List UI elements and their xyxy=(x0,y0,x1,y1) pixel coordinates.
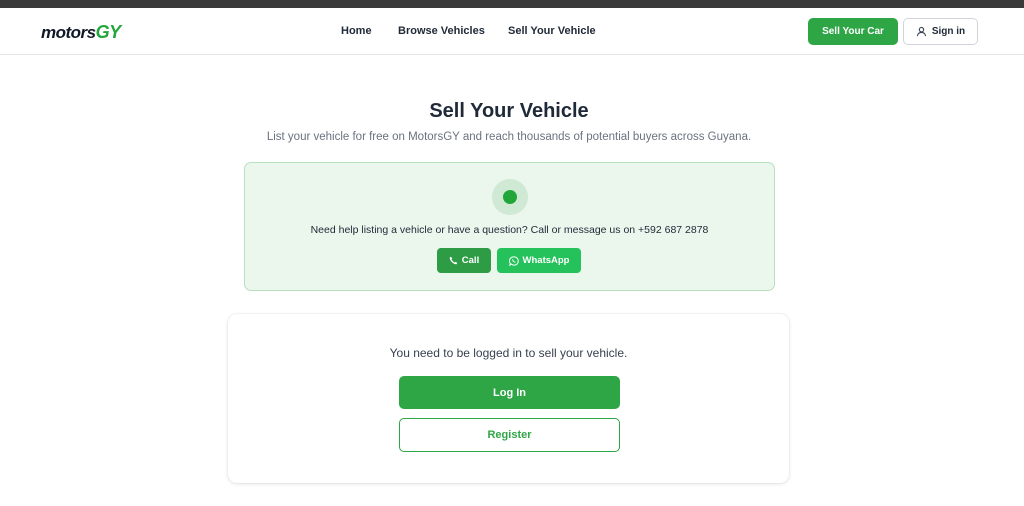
site-header: motorsGY Home Browse Vehicles Sell Your … xyxy=(0,8,1024,55)
status-dot xyxy=(503,190,517,204)
phone-icon xyxy=(449,256,458,265)
nav-browse-vehicles[interactable]: Browse Vehicles xyxy=(398,25,485,37)
call-button[interactable]: Call xyxy=(437,248,491,273)
page-title: Sell Your Vehicle xyxy=(429,100,589,122)
user-icon xyxy=(916,26,927,37)
whatsapp-button[interactable]: WhatsApp xyxy=(497,248,581,273)
page-subtitle: List your vehicle for free on MotorsGY a… xyxy=(266,131,752,143)
call-label: Call xyxy=(461,255,480,266)
whatsapp-label: WhatsApp xyxy=(522,255,570,266)
nav-home[interactable]: Home xyxy=(341,25,372,37)
sign-in-label: Sign in xyxy=(931,26,966,37)
login-required-message: You need to be logged in to sell your ve… xyxy=(389,346,628,360)
sign-in-button[interactable]: Sign in xyxy=(903,18,978,45)
whatsapp-icon xyxy=(508,255,519,266)
nav-sell-your-vehicle[interactable]: Sell Your Vehicle xyxy=(508,25,596,37)
browser-top-strip xyxy=(0,0,1024,8)
sell-your-car-button[interactable]: Sell Your Car xyxy=(808,18,898,45)
login-required-card: You need to be logged in to sell your ve… xyxy=(228,314,789,483)
help-contact-box: Need help listing a vehicle or have a qu… xyxy=(244,162,775,291)
log-in-button[interactable]: Log In xyxy=(399,376,620,409)
status-indicator-icon xyxy=(492,179,528,215)
help-text: Need help listing a vehicle or have a qu… xyxy=(310,224,709,236)
register-button[interactable]: Register xyxy=(399,418,620,452)
